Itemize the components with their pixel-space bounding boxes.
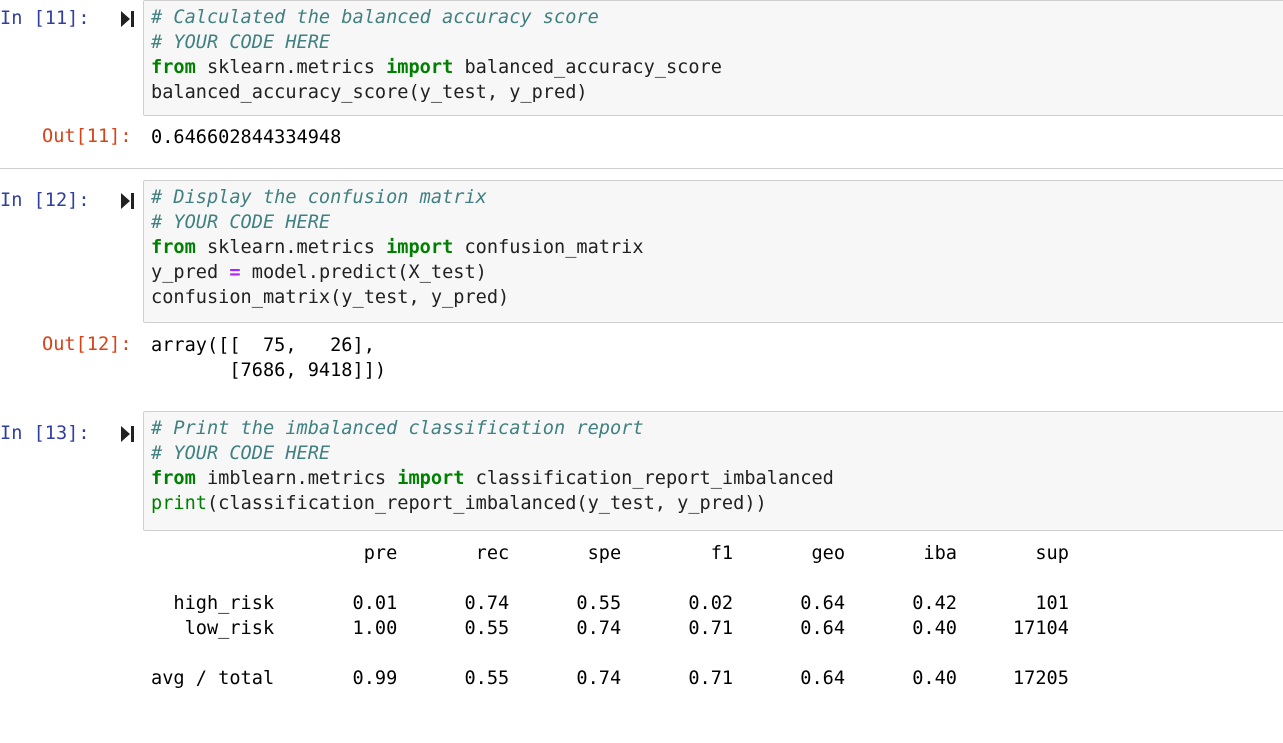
- output-line: low_risk 1.00 0.55 0.74 0.71 0.64 0.40 1…: [151, 618, 1069, 639]
- input-prompt: In [12]:: [0, 190, 90, 211]
- output-line: [7686, 9418]]): [151, 360, 387, 381]
- code-block: # Display the confusion matrix # YOUR COD…: [144, 181, 1283, 310]
- code-comment: # Calculated the balanced accuracy score: [151, 7, 599, 28]
- code-input[interactable]: # Calculated the balanced accuracy score…: [143, 0, 1283, 116]
- code-keyword: from: [151, 237, 196, 258]
- code-text: balanced_accuracy_score: [453, 57, 722, 78]
- code-text: confusion_matrix(y_test, y_pred): [151, 287, 510, 308]
- code-keyword: from: [151, 468, 196, 489]
- run-cell-icon[interactable]: [118, 191, 136, 211]
- code-keyword: import: [397, 468, 465, 489]
- code-keyword: import: [386, 237, 454, 258]
- code-line: from sklearn.metrics import confusion_ma…: [151, 235, 1283, 260]
- code-keyword: import: [386, 57, 454, 78]
- code-line: from imblearn.metrics import classificat…: [151, 466, 1283, 491]
- code-line: # Print the imbalanced classification re…: [151, 416, 1283, 441]
- code-text: classification_report_imbalanced: [464, 468, 834, 489]
- code-builtin: print: [151, 493, 207, 514]
- code-line: # YOUR CODE HERE: [151, 30, 1283, 55]
- cell-divider: [0, 168, 1283, 169]
- output-prompt: Out[12]:: [42, 334, 132, 355]
- code-line: balanced_accuracy_score(y_test, y_pred): [151, 80, 1283, 105]
- run-cell-icon[interactable]: [118, 424, 136, 444]
- code-line: from sklearn.metrics import balanced_acc…: [151, 55, 1283, 80]
- code-text: y_pred: [151, 262, 230, 283]
- cell-output: 0.646602844334948: [151, 125, 341, 150]
- code-line: # YOUR CODE HERE: [151, 210, 1283, 235]
- code-line: y_pred = model.predict(X_test): [151, 260, 1283, 285]
- code-comment: # YOUR CODE HERE: [151, 32, 331, 53]
- run-cell-icon[interactable]: [118, 9, 136, 29]
- output-line: pre rec spe f1 geo iba sup: [151, 543, 1069, 564]
- code-line: # Calculated the balanced accuracy score: [151, 5, 1283, 30]
- code-input[interactable]: # Display the confusion matrix # YOUR COD…: [143, 180, 1283, 323]
- code-text: balanced_accuracy_score(y_test, y_pred): [151, 82, 588, 103]
- output-line: array([[ 75, 26],: [151, 335, 375, 356]
- input-prompt: In [11]:: [0, 8, 90, 29]
- code-text: confusion_matrix: [453, 237, 644, 258]
- code-line: confusion_matrix(y_test, y_pred): [151, 285, 1283, 310]
- code-comment: # YOUR CODE HERE: [151, 443, 331, 464]
- code-line: # YOUR CODE HERE: [151, 441, 1283, 466]
- output-prompt: Out[11]:: [42, 126, 132, 147]
- classification-report-output: pre rec spe f1 geo iba sup high_risk 0.0…: [151, 541, 1069, 691]
- output-line: avg / total 0.99 0.55 0.74 0.71 0.64 0.4…: [151, 668, 1069, 689]
- code-comment: # Print the imbalanced classification re…: [151, 418, 644, 439]
- output-line: high_risk 0.01 0.74 0.55 0.02 0.64 0.42 …: [151, 593, 1069, 614]
- code-line: # Display the confusion matrix: [151, 185, 1283, 210]
- code-comment: # YOUR CODE HERE: [151, 212, 331, 233]
- code-text: model.predict(X_test): [240, 262, 487, 283]
- code-block: # Calculated the balanced accuracy score…: [144, 1, 1283, 105]
- code-text: sklearn.metrics: [195, 57, 387, 78]
- cell-output: array([[ 75, 26], [7686, 9418]]): [151, 333, 386, 383]
- code-keyword: from: [151, 57, 196, 78]
- code-block: # Print the imbalanced classification re…: [144, 412, 1283, 516]
- output-line: 0.646602844334948: [151, 127, 342, 148]
- code-text: sklearn.metrics: [195, 237, 387, 258]
- code-operator: =: [229, 262, 241, 283]
- code-text: imblearn.metrics: [195, 468, 398, 489]
- code-text: (classification_report_imbalanced(y_test…: [206, 493, 767, 514]
- code-line: print(classification_report_imbalanced(y…: [151, 491, 1283, 516]
- code-input[interactable]: # Print the imbalanced classification re…: [143, 411, 1283, 531]
- code-comment: # Display the confusion matrix: [151, 187, 487, 208]
- input-prompt: In [13]:: [0, 423, 90, 444]
